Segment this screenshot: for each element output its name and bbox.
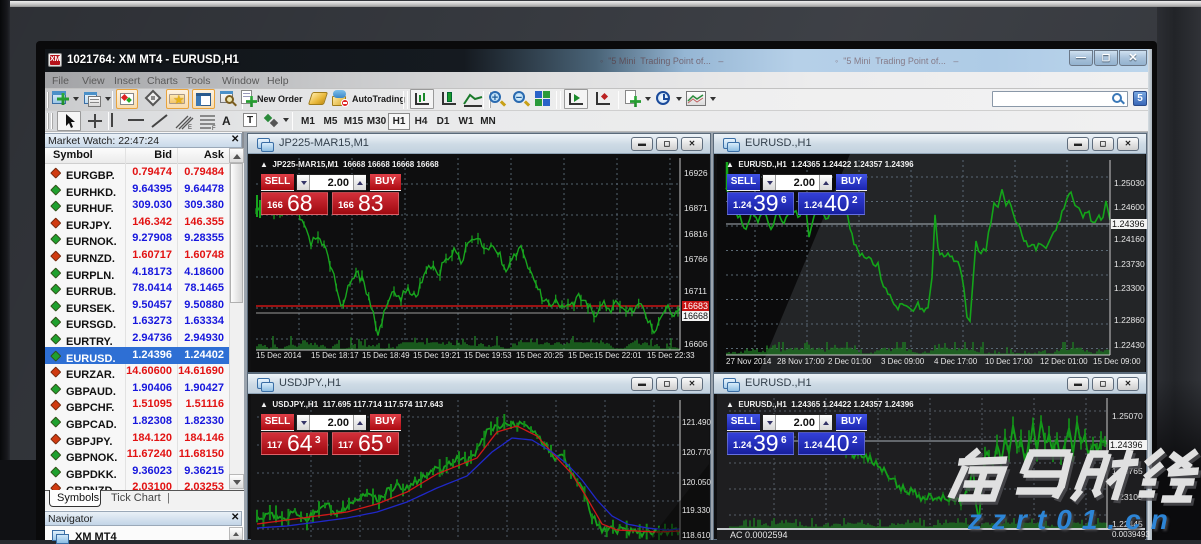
svg-text:E: E — [188, 125, 192, 130]
svg-text:AC 0.0002594: AC 0.0002594 — [730, 530, 788, 540]
svg-text:F: F — [212, 126, 216, 130]
